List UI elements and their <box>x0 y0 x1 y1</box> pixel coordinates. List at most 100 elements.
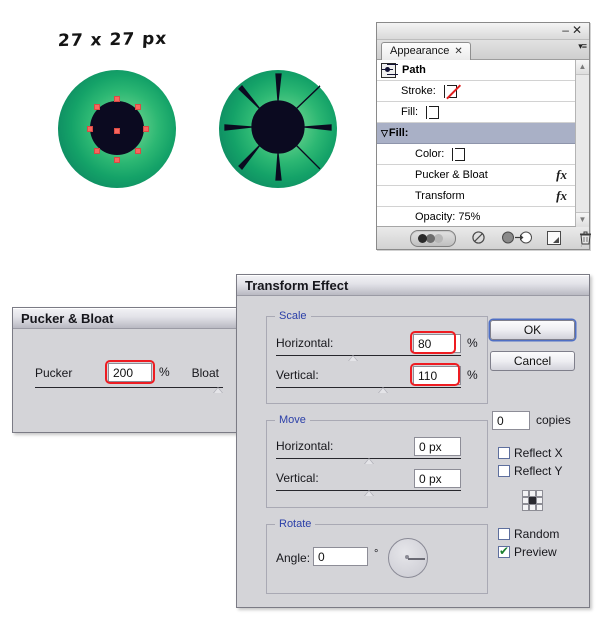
reduce-to-basic-appearance-icon[interactable] <box>502 231 532 244</box>
reflect-y-checkbox[interactable] <box>498 465 510 477</box>
transform-effect-dialog-title[interactable]: Transform Effect <box>237 275 589 296</box>
anchor-point[interactable] <box>135 148 141 154</box>
fx-icon[interactable]: fx <box>556 188 567 204</box>
anchor-point[interactable] <box>94 148 100 154</box>
copies-label: copies <box>536 413 571 427</box>
panel-scrollbar[interactable]: ▲ ▼ <box>575 60 589 227</box>
reflect-y-checkbox-row[interactable]: Reflect Y <box>498 464 562 478</box>
scale-vertical-input[interactable] <box>413 366 461 385</box>
appearance-list: Path Stroke: Fill: ▽ Fill: Color: Pucker… <box>377 60 589 244</box>
appearance-row-opacity[interactable]: Opacity: 75% <box>377 207 589 228</box>
appearance-row-fill[interactable]: Fill: <box>377 102 589 123</box>
refpoint-middle-right[interactable] <box>536 497 543 504</box>
copies-input[interactable] <box>492 411 530 430</box>
random-checkbox[interactable] <box>498 528 510 540</box>
scale-horizontal-slider-track[interactable] <box>276 355 461 356</box>
appearance-row-pucker-bloat[interactable]: Pucker & Bloat fx <box>377 165 589 186</box>
appearance-panel[interactable]: –✕ Appearance ✕ ▾≡ Path Stroke: Fill: ▽ … <box>376 22 591 250</box>
eye-graphic-original[interactable] <box>58 70 176 188</box>
anchor-point[interactable] <box>114 128 120 134</box>
reflect-x-checkbox-row[interactable]: Reflect X <box>498 446 563 460</box>
minimize-icon[interactable]: – <box>562 23 572 37</box>
pupil-starburst <box>224 73 332 181</box>
duplicate-selected-item-icon[interactable] <box>547 231 561 245</box>
degree-unit: ° <box>374 548 379 560</box>
eye-graphic-puckered[interactable] <box>219 70 337 188</box>
tab-appearance[interactable]: Appearance ✕ <box>381 42 471 60</box>
appearance-row-stroke[interactable]: Stroke: <box>377 81 589 102</box>
panel-footer-toolbar: ⋰ <box>377 227 591 249</box>
panel-titlebar[interactable]: –✕ <box>377 23 589 40</box>
fill-swatch[interactable] <box>426 105 440 120</box>
rotate-angle-dial[interactable] <box>388 538 428 578</box>
panel-window-buttons[interactable]: –✕ <box>562 22 585 38</box>
tab-appearance-label: Appearance <box>390 45 450 57</box>
fx-icon[interactable]: fx <box>556 167 567 183</box>
pucker-bloat-dialog[interactable]: Pucker & Bloat Pucker Bloat % <box>12 307 242 433</box>
refpoint-center[interactable] <box>529 497 536 504</box>
pucker-bloat-dialog-title[interactable]: Pucker & Bloat <box>13 308 241 329</box>
refpoint-bottom-left[interactable] <box>522 504 529 511</box>
scale-horizontal-slider-thumb[interactable] <box>348 355 358 361</box>
random-checkbox-row[interactable]: Random <box>498 527 559 541</box>
pucker-bloat-slider-thumb[interactable] <box>213 387 223 393</box>
refpoint-bottom-right[interactable] <box>536 504 543 511</box>
refpoint-middle-left[interactable] <box>522 497 529 504</box>
cancel-button[interactable]: Cancel <box>490 351 575 371</box>
preview-checkbox[interactable] <box>498 544 510 558</box>
preview-checkbox-row[interactable]: Preview <box>498 544 557 559</box>
scale-vertical-slider-thumb[interactable] <box>378 387 388 393</box>
none-swatch-icon <box>444 84 447 99</box>
anchor-point[interactable] <box>87 126 93 132</box>
new-art-has-basic-appearance-toggle[interactable] <box>410 230 456 247</box>
clear-appearance-icon[interactable] <box>472 231 485 244</box>
appearance-row-path[interactable]: Path <box>377 60 589 81</box>
anchor-point[interactable] <box>114 157 120 163</box>
scale-group-legend: Scale <box>275 310 311 322</box>
scale-horizontal-input[interactable] <box>413 334 461 353</box>
appearance-row-color[interactable]: Color: <box>377 144 589 165</box>
anchor-point[interactable] <box>143 126 149 132</box>
ok-button[interactable]: OK <box>490 320 575 340</box>
dialog-title-text: Pucker & Bloat <box>21 310 114 326</box>
reflect-x-checkbox[interactable] <box>498 447 510 459</box>
move-vertical-slider-thumb[interactable] <box>364 490 374 496</box>
preview-label: Preview <box>514 545 557 559</box>
reference-point-grid[interactable] <box>522 490 543 511</box>
scale-group: Scale <box>266 310 488 404</box>
pucker-bloat-value-input[interactable] <box>108 363 152 382</box>
scroll-down-icon[interactable]: ▼ <box>576 212 589 227</box>
scale-vertical-slider-track[interactable] <box>276 387 461 388</box>
move-horizontal-input[interactable] <box>414 437 461 456</box>
reflect-y-label: Reflect Y <box>514 464 563 478</box>
scale-vertical-label: Vertical: <box>276 368 319 382</box>
refpoint-top-center[interactable] <box>529 490 536 497</box>
panel-resize-handle[interactable]: ⋰ <box>580 239 588 248</box>
scroll-up-icon[interactable]: ▲ <box>576 60 589 75</box>
anchor-point[interactable] <box>135 104 141 110</box>
chevron-down-icon[interactable]: ▽ <box>381 128 388 139</box>
pucker-bloat-slider-track[interactable] <box>35 387 223 388</box>
move-vertical-input[interactable] <box>414 469 461 488</box>
move-horizontal-slider-thumb[interactable] <box>364 458 374 464</box>
pucker-bloat-dialog-body: Pucker Bloat % <box>13 329 241 432</box>
tab-close-icon[interactable]: ✕ <box>454 46 462 57</box>
rotate-angle-input[interactable] <box>313 547 368 566</box>
refpoint-top-right[interactable] <box>536 490 543 497</box>
panel-menu-icon[interactable]: ▾≡ <box>578 42 587 51</box>
anchor-point[interactable] <box>114 96 120 102</box>
reflect-x-label: Reflect X <box>514 446 563 460</box>
target-indicator-icon[interactable] <box>381 62 396 78</box>
color-swatch[interactable] <box>452 147 466 162</box>
random-label: Random <box>514 527 560 541</box>
refpoint-top-left[interactable] <box>522 490 529 497</box>
move-group-legend: Move <box>275 414 310 426</box>
refpoint-bottom-center[interactable] <box>529 504 536 511</box>
anchor-point[interactable] <box>94 104 100 110</box>
panel-tab-row[interactable]: Appearance ✕ ▾≡ <box>377 40 589 60</box>
move-horizontal-label: Horizontal: <box>276 439 334 453</box>
stroke-swatch[interactable] <box>443 84 457 99</box>
appearance-row-transform[interactable]: Transform fx <box>377 186 589 207</box>
appearance-row-fill-group[interactable]: ▽ Fill: <box>377 123 589 144</box>
close-icon[interactable]: ✕ <box>572 23 585 37</box>
